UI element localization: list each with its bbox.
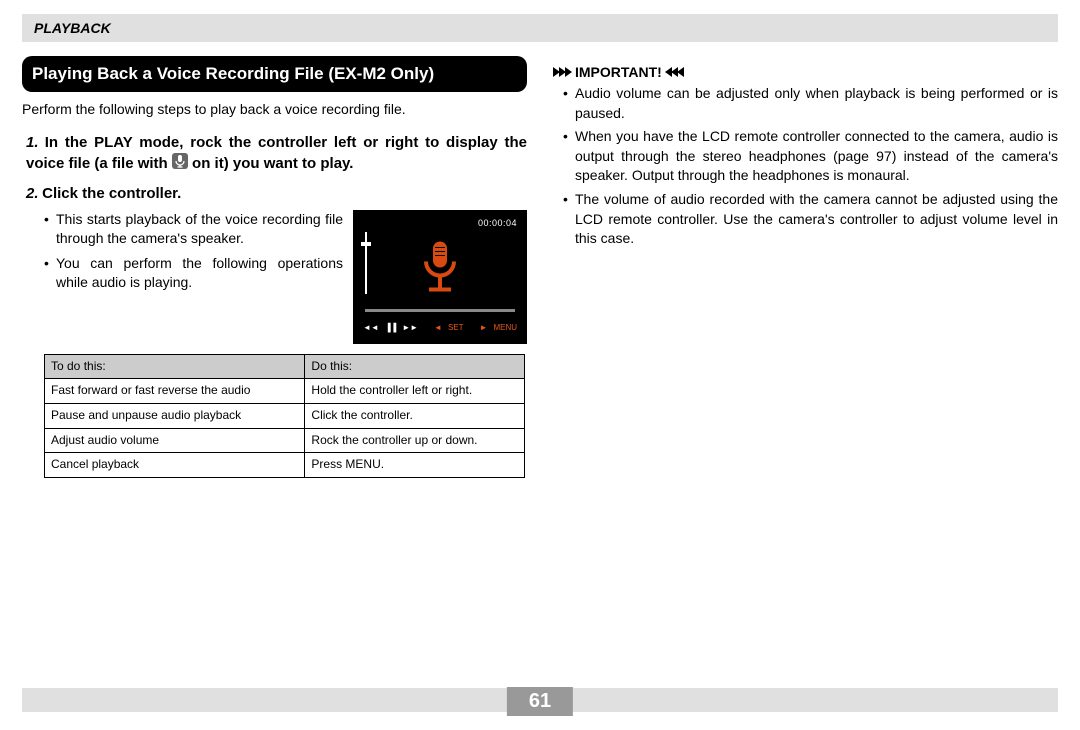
left-column: Playing Back a Voice Recording File (EX-…: [22, 56, 527, 486]
microphone-icon: [172, 153, 188, 175]
set-label: SET: [448, 323, 464, 332]
important-heading: IMPORTANT!: [553, 64, 1058, 80]
menu-label: MENU: [493, 323, 517, 332]
step-2-body: Click the controller.: [42, 185, 181, 202]
pause-icon: ▐▐: [385, 323, 396, 332]
step-2-bullets: This starts playback of the voice record…: [44, 210, 343, 292]
important-list: Audio volume can be adjusted only when p…: [563, 84, 1058, 249]
table-row: Cancel playback Press MENU.: [45, 453, 525, 478]
intro-paragraph: Perform the following steps to play back…: [22, 100, 527, 119]
table-row: Pause and unpause audio playback Click t…: [45, 404, 525, 429]
section-header: PLAYBACK: [22, 14, 1058, 42]
timecode-label: 00:00:04: [478, 218, 517, 228]
step-1-text-post: on it) you want to play.: [192, 155, 353, 172]
important-item-2: When you have the LCD remote controller …: [563, 127, 1058, 186]
important-item-1: Audio volume can be adjusted only when p…: [563, 84, 1058, 123]
table-row: Adjust audio volume Rock the controller …: [45, 428, 525, 453]
operations-table: To do this: Do this: Fast forward or fas…: [44, 354, 525, 478]
ffwd-icon: ►►: [402, 323, 418, 332]
page-number: 61: [507, 687, 573, 716]
step-1: 1. In the PLAY mode, rock the controller…: [26, 133, 527, 176]
important-item-3: The volume of audio recorded with the ca…: [563, 190, 1058, 249]
table-row: Fast forward or fast reverse the audio H…: [45, 379, 525, 404]
step-number-2: 2.: [26, 185, 39, 202]
lcd-screenshot: 00:00:04: [353, 210, 527, 344]
step-2-bullet-2: You can perform the following operations…: [44, 254, 343, 292]
rewind-icon: ◄◄: [363, 323, 379, 332]
topic-heading: Playing Back a Voice Recording File (EX-…: [22, 56, 527, 92]
step-2: 2. Click the controller. This starts pla…: [26, 184, 527, 478]
right-arrow-icon: ►: [480, 323, 488, 332]
step-number-1: 1.: [26, 134, 39, 151]
ops-header-1: To do this:: [45, 354, 305, 379]
step-2-bullet-1: This starts playback of the voice record…: [44, 210, 343, 248]
arrows-left-icon: [666, 67, 684, 77]
right-column: IMPORTANT! Audio volume can be adjusted …: [553, 56, 1058, 486]
ops-header-2: Do this:: [305, 354, 525, 379]
important-label: IMPORTANT!: [575, 64, 662, 80]
left-arrow-icon: ◄: [434, 323, 442, 332]
page-footer: 61: [22, 688, 1058, 716]
step-1-body: In the PLAY mode, rock the controller le…: [26, 134, 527, 172]
manual-page: PLAYBACK Playing Back a Voice Recording …: [0, 0, 1080, 730]
lcd-controls: ◄◄ ▐▐ ►► ◄ SET ►: [363, 323, 517, 332]
progress-bar: [365, 309, 515, 312]
arrows-right-icon: [553, 67, 571, 77]
microphone-large-icon: [415, 238, 465, 301]
volume-thumb: [361, 242, 371, 246]
